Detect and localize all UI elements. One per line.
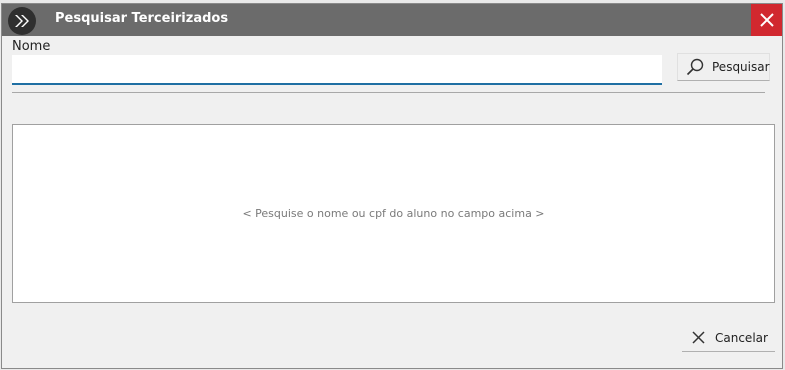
window-title: Pesquisar Terceirizados xyxy=(55,11,229,26)
search-button-label: Pesquisar xyxy=(712,60,770,74)
title-bar[interactable]: Pesquisar Terceirizados xyxy=(2,4,782,36)
cancel-button-label: Cancelar xyxy=(715,330,768,345)
close-icon xyxy=(692,331,705,344)
results-panel: < Pesquise o nome ou cpf do aluno no cam… xyxy=(12,124,775,303)
search-icon xyxy=(686,58,704,76)
dialog-window: Pesquisar Terceirizados Nome Pesquisar <… xyxy=(1,3,783,369)
search-button[interactable]: Pesquisar xyxy=(677,53,770,81)
name-input[interactable] xyxy=(12,55,662,85)
cancel-button[interactable]: Cancelar xyxy=(682,324,775,352)
name-label: Nome xyxy=(12,39,51,54)
close-button[interactable] xyxy=(751,4,782,36)
double-chevron-right-icon xyxy=(8,7,36,35)
close-icon xyxy=(759,13,774,27)
divider xyxy=(12,92,765,93)
empty-results-message: < Pesquise o nome ou cpf do aluno no cam… xyxy=(242,207,545,220)
